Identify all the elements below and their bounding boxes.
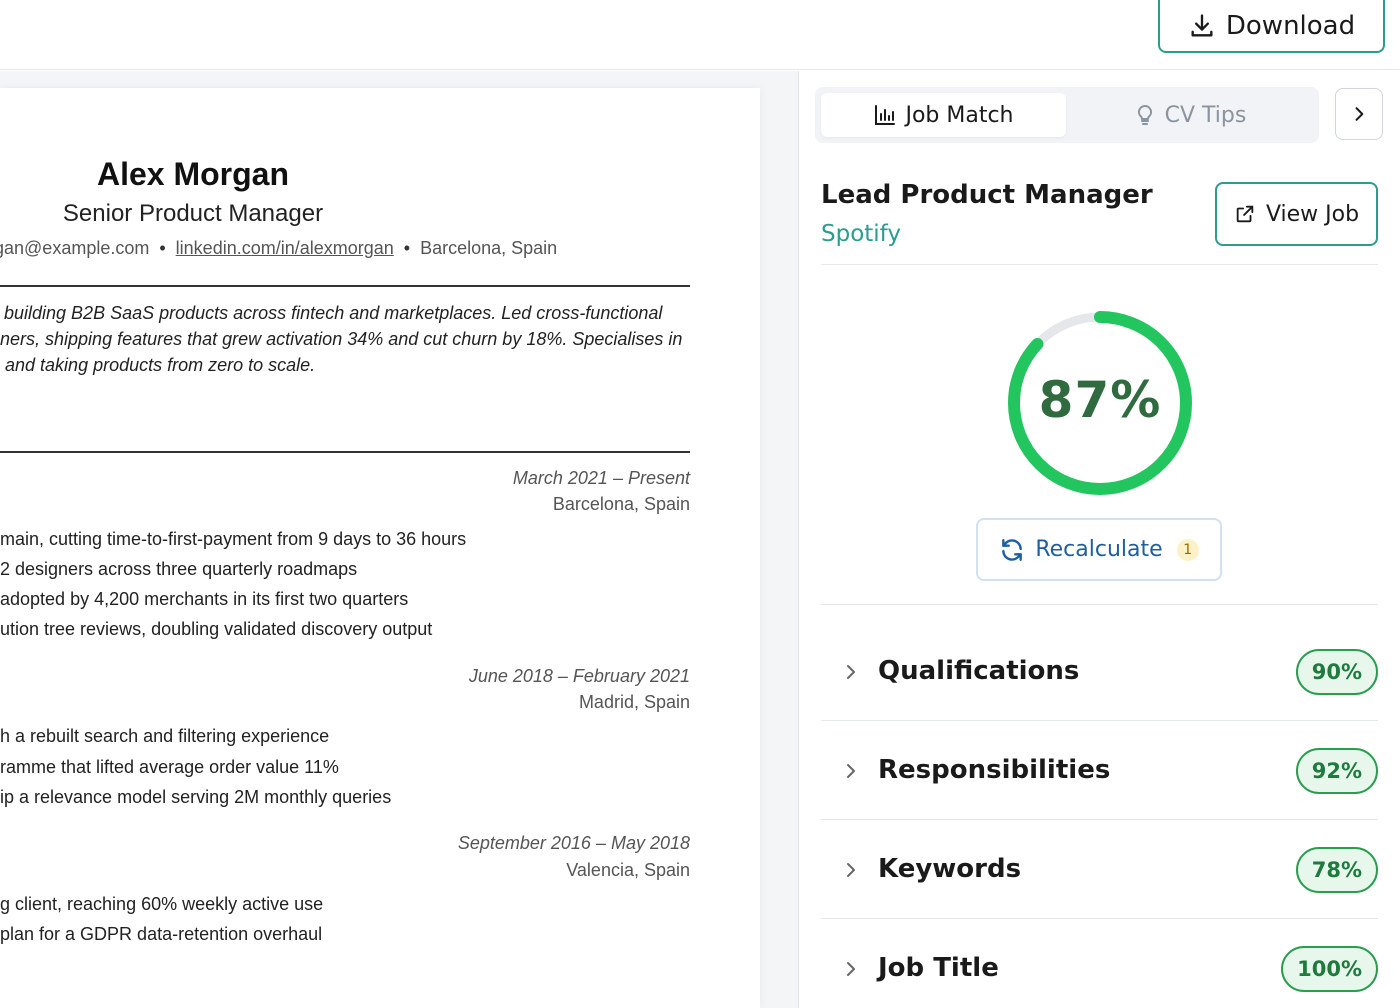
lightbulb-icon	[1137, 104, 1152, 125]
next-tab-button[interactable]	[1335, 88, 1383, 140]
recalculate-label: Recalculate	[1035, 537, 1163, 562]
chevron-right-icon	[847, 665, 855, 679]
section-score-badge: 78%	[1295, 847, 1378, 893]
section-qualifications[interactable]: Qualifications 90%	[821, 623, 1378, 721]
tab-label: CV Tips	[1164, 102, 1247, 128]
cv-summary: s building B2B SaaS products across fint…	[0, 300, 690, 378]
cv-bullet: ip a relevance model serving 2M monthly …	[0, 787, 392, 807]
view-job-button[interactable]: View Job	[1215, 182, 1378, 246]
section-label: Keywords	[878, 854, 1022, 884]
view-job-label: View Job	[1265, 201, 1360, 227]
cv-bullet: ramme that lifted average order value 11…	[0, 757, 339, 777]
chevron-right-icon	[1355, 107, 1364, 121]
job-company: Spotify	[821, 221, 901, 247]
cv-bullet: h a rebuilt search and filtering experie…	[0, 726, 330, 746]
cv-job-location: Barcelona, Spain	[552, 494, 690, 514]
cv-divider	[0, 285, 690, 287]
cv-divider	[0, 451, 690, 453]
chevron-right-icon	[847, 863, 855, 877]
download-label: Download	[1225, 10, 1356, 41]
cv-job-location: Valencia, Spain	[566, 860, 690, 880]
recalculate-count-badge: 1	[1176, 538, 1199, 561]
divider	[821, 264, 1378, 265]
bar-chart-icon	[875, 105, 896, 125]
top-bar: Download	[0, 0, 1400, 70]
tab-cv-tips[interactable]: CV Tips	[1066, 93, 1313, 137]
chevron-right-icon	[847, 962, 855, 976]
download-icon	[1191, 13, 1213, 36]
cv-bullet: 2 designers across three quarterly roadm…	[0, 559, 358, 579]
cv-job-dates: March 2021 – Present	[512, 468, 690, 488]
recalculate-button[interactable]: Recalculate 1	[976, 518, 1222, 581]
job-title: Lead Product Manager	[821, 180, 1153, 210]
cv-contact: organ@example.com•linkedin.com/in/alexmo…	[0, 238, 557, 259]
cv-name: Alex Morgan	[96, 156, 290, 192]
cv-job-dates: June 2018 – February 2021	[468, 666, 690, 686]
cv-preview-area: Alex Morgan Senior Product Manager organ…	[0, 71, 798, 1008]
download-button[interactable]: Download	[1158, 0, 1385, 53]
section-label: Responsibilities	[878, 755, 1111, 785]
tab-label: Job Match	[905, 102, 1014, 128]
section-score-badge: 92%	[1295, 748, 1378, 794]
section-score-badge: 90%	[1295, 649, 1378, 695]
job-match-panel: Job Match CV Tips Lead Product Manager S…	[798, 71, 1400, 1008]
section-keywords[interactable]: Keywords 78%	[821, 821, 1378, 919]
cv-bullet: adopted by 4,200 merchants in its first …	[0, 589, 409, 609]
section-label: Job Title	[878, 953, 999, 983]
cv-linkedin-link[interactable]: linkedin.com/in/alexmorgan	[176, 238, 394, 258]
cv-job-location: Madrid, Spain	[578, 692, 690, 712]
cv-bullet: main, cutting time-to-first-payment from…	[0, 529, 467, 549]
cv-summary-line: n and taking products from zero to scale…	[0, 355, 316, 375]
cv-location: Barcelona, Spain	[420, 238, 558, 258]
tab-job-match[interactable]: Job Match	[821, 93, 1066, 137]
external-link-icon	[1236, 205, 1254, 223]
cv-page: Alex Morgan Senior Product Manager organ…	[0, 88, 760, 1008]
cv-bullet: g client, reaching 60% weekly active use	[0, 894, 324, 914]
cv-email[interactable]: organ@example.com	[0, 238, 149, 258]
match-score-value: 87%	[1038, 371, 1162, 429]
cv-bullet: plan for a GDPR data-retention overhaul	[0, 924, 323, 944]
cv-summary-line: gners, shipping features that grew activ…	[0, 329, 683, 349]
cv-bullet: ution tree reviews, doubling validated d…	[0, 619, 433, 639]
section-label: Qualifications	[878, 656, 1080, 686]
section-job-title[interactable]: Job Title 100%	[821, 920, 1378, 1008]
divider	[821, 604, 1378, 605]
refresh-icon	[1002, 538, 1023, 561]
section-score-badge: 100%	[1281, 946, 1378, 992]
cv-role: Senior Product Manager	[62, 200, 324, 227]
chevron-right-icon	[847, 764, 855, 778]
cv-summary-line: s building B2B SaaS products across fint…	[0, 303, 663, 323]
panel-tabs: Job Match CV Tips	[815, 87, 1319, 143]
section-responsibilities[interactable]: Responsibilities 92%	[821, 722, 1378, 820]
cv-job-dates: September 2016 – May 2018	[457, 833, 690, 853]
